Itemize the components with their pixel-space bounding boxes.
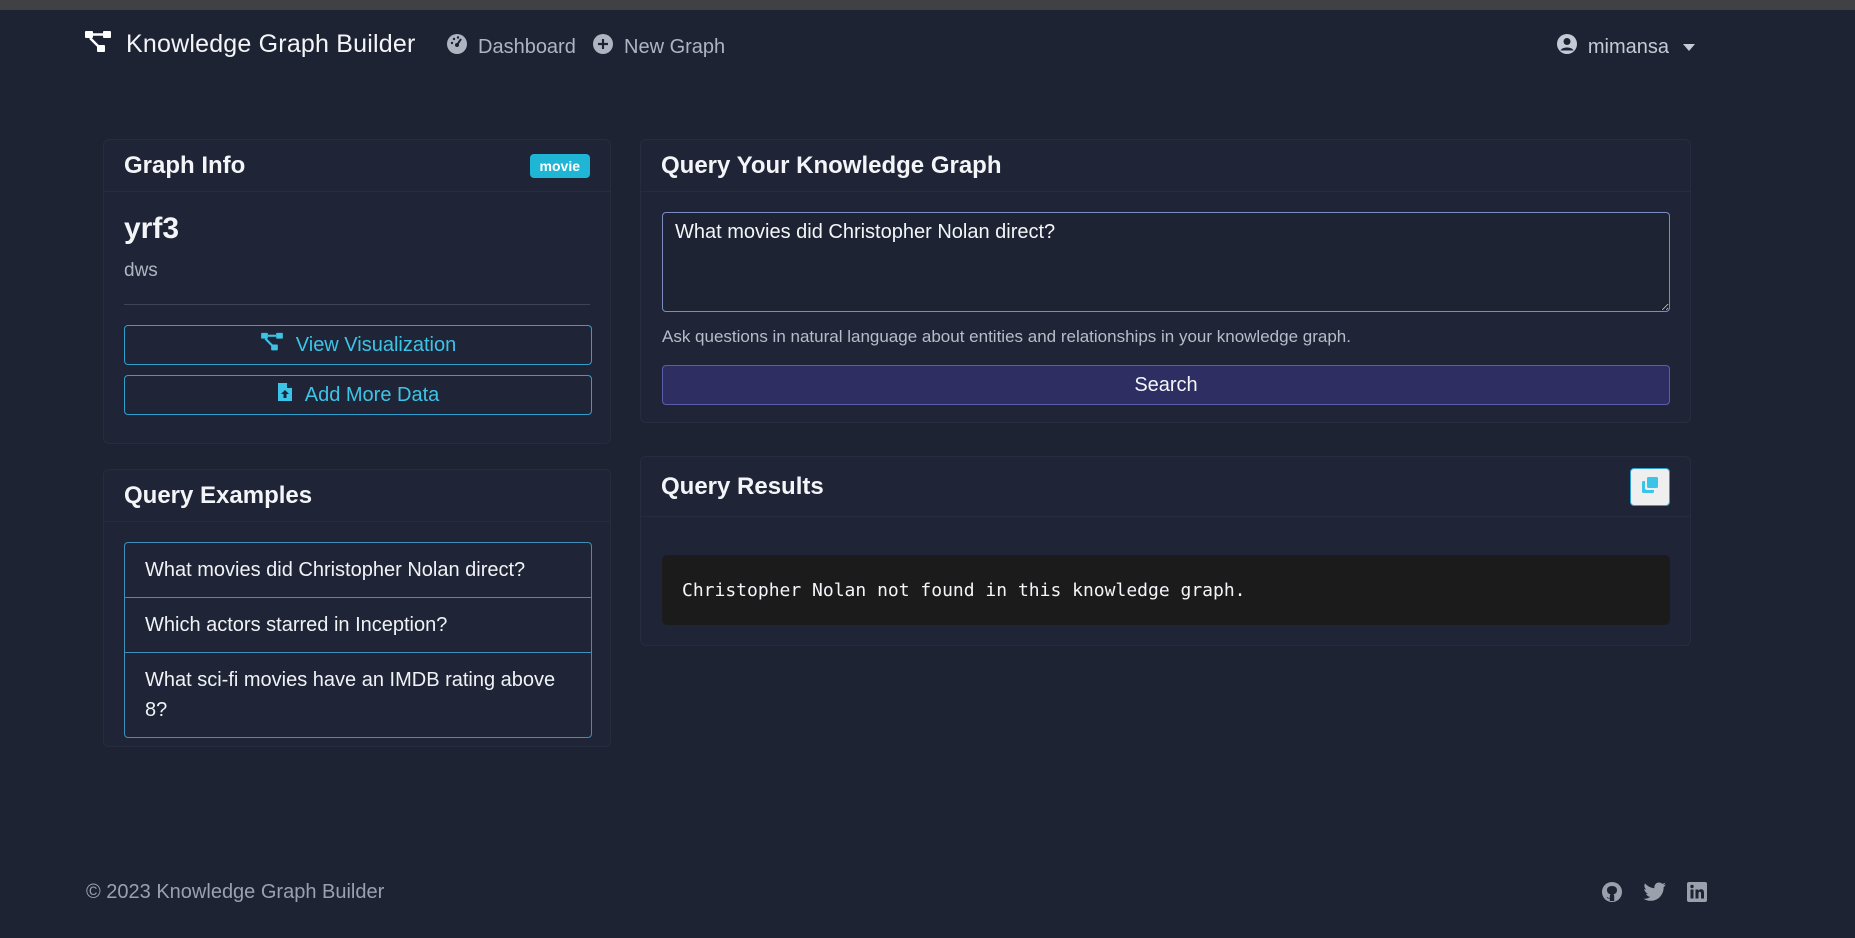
username: mimansa — [1587, 35, 1669, 58]
examples-list: What movies did Christopher Nolan direct… — [124, 542, 592, 738]
user-circle-icon — [1556, 33, 1578, 61]
nav-dashboard[interactable]: Dashboard — [446, 33, 576, 61]
query-examples-header: Query Examples — [104, 470, 610, 522]
query-examples-body: What movies did Christopher Nolan direct… — [104, 522, 610, 758]
user-menu-toggle[interactable]: mimansa — [1556, 33, 1695, 61]
graph-info-body: yrf3 dws View Visualization Add More Dat… — [104, 192, 610, 445]
github-icon[interactable] — [1601, 881, 1623, 903]
query-results-card: Query Results Christopher Nolan not foun… — [640, 456, 1691, 646]
brand-title: Knowledge Graph Builder — [126, 30, 416, 58]
divider — [124, 304, 590, 305]
query-results-header: Query Results — [641, 457, 1690, 517]
example-query-item[interactable]: What movies did Christopher Nolan direct… — [125, 543, 591, 598]
query-input[interactable]: What movies did Christopher Nolan direct… — [662, 212, 1670, 312]
dashboard-icon — [446, 33, 468, 61]
footer-social-links — [1601, 881, 1707, 903]
query-card: Query Your Knowledge Graph What movies d… — [640, 139, 1691, 423]
window-top-strip — [0, 0, 1855, 10]
query-header: Query Your Knowledge Graph — [641, 140, 1690, 192]
graph-logo-icon — [84, 30, 112, 59]
result-output: Christopher Nolan not found in this know… — [662, 555, 1670, 625]
linkedin-icon[interactable] — [1687, 882, 1707, 902]
query-examples-title: Query Examples — [124, 481, 313, 509]
nav-new-graph[interactable]: New Graph — [592, 33, 725, 61]
graph-info-header: Graph Info movie — [104, 140, 610, 192]
brand-link[interactable]: Knowledge Graph Builder — [84, 30, 416, 59]
example-query-item[interactable]: Which actors starred in Inception? — [125, 598, 591, 653]
search-button[interactable]: Search — [662, 365, 1670, 405]
graph-name: yrf3 — [124, 212, 180, 245]
nav-dashboard-label: Dashboard — [478, 35, 576, 58]
twitter-icon[interactable] — [1643, 882, 1667, 902]
query-body: What movies did Christopher Nolan direct… — [641, 192, 1690, 425]
graph-description: dws — [124, 260, 158, 281]
copy-results-button[interactable] — [1630, 467, 1670, 506]
add-more-data-label: Add More Data — [304, 383, 440, 406]
add-more-data-button[interactable]: Add More Data — [124, 375, 592, 415]
query-title: Query Your Knowledge Graph — [661, 151, 1002, 179]
graph-type-badge: movie — [529, 153, 590, 178]
footer-copyright: © 2023 Knowledge Graph Builder — [86, 881, 385, 903]
graph-info-title: Graph Info — [124, 151, 246, 179]
view-visualization-label: View Visualization — [295, 333, 457, 356]
query-results-title: Query Results — [661, 472, 824, 500]
example-query-item[interactable]: What sci-fi movies have an IMDB rating a… — [125, 653, 591, 737]
query-examples-card: Query Examples What movies did Christoph… — [103, 469, 611, 747]
caret-down-icon — [1683, 43, 1695, 51]
graph-icon — [260, 332, 284, 358]
file-upload-icon — [277, 382, 293, 408]
query-results-body: Christopher Nolan not found in this know… — [641, 517, 1690, 645]
view-visualization-button[interactable]: View Visualization — [124, 325, 592, 365]
query-hint: Ask questions in natural language about … — [662, 327, 1351, 346]
nav-new-graph-label: New Graph — [624, 35, 726, 58]
plus-circle-icon — [592, 33, 614, 61]
copy-icon — [1641, 476, 1659, 497]
navbar: Knowledge Graph Builder Dashboard New Gr… — [0, 10, 1855, 80]
graph-info-card: Graph Info movie yrf3 dws View Visualiza… — [103, 139, 611, 444]
